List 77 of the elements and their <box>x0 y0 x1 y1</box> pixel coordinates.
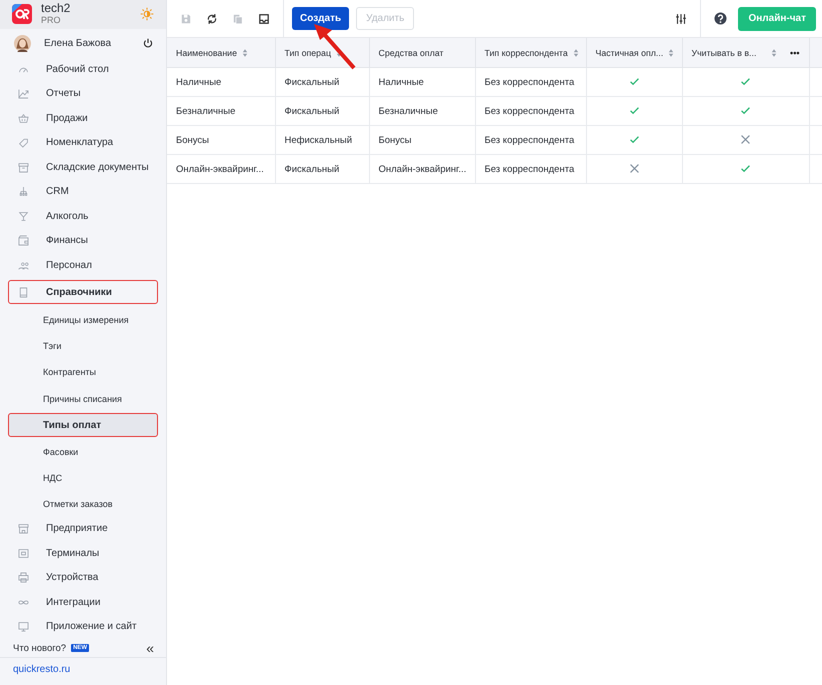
column-header[interactable]: Средства оплат <box>369 38 475 68</box>
site-link[interactable]: quickresto.ru <box>13 664 70 675</box>
terminal-icon <box>17 546 30 560</box>
sort-icon[interactable] <box>668 48 674 58</box>
plan-label: PRO <box>41 14 62 26</box>
glass-icon <box>17 210 30 223</box>
column-header[interactable]: Наименование <box>167 38 275 68</box>
sidebar-item[interactable]: Финансы <box>8 229 158 252</box>
sidebar-item[interactable]: Устройства <box>8 566 158 590</box>
table-cell: Без корреспондента <box>475 68 586 96</box>
sidebar-subitem[interactable]: Причины списания <box>8 386 158 411</box>
table-cell: Фискальный <box>275 154 369 184</box>
hierarchy-icon <box>17 185 30 198</box>
table-cell: Наличные <box>167 68 275 96</box>
sidebar-subitem[interactable]: Контрагенты <box>8 360 158 384</box>
sidebar-item[interactable]: Персонал <box>8 254 158 277</box>
sidebar-item[interactable]: CRM <box>8 180 158 204</box>
table-cell: Онлайн-эквайринг... <box>369 154 475 184</box>
settings-sliders-icon[interactable] <box>674 12 688 26</box>
sidebar-subitem[interactable]: Типы оплат <box>8 413 158 438</box>
table-cell: Нефискальный <box>275 126 369 154</box>
sort-icon[interactable] <box>572 48 579 58</box>
sidebar-subitem[interactable]: НДС <box>8 466 158 490</box>
sidebar-subitem[interactable]: Единицы измерения <box>8 308 158 332</box>
sidebar-item[interactable]: Рабочий стол <box>8 58 158 81</box>
table-cell: Без корреспондента <box>475 96 586 126</box>
column-header[interactable]: Тип операц <box>275 38 369 68</box>
sidebar-subitem[interactable]: Тэги <box>8 334 158 358</box>
table-cell: Фискальный <box>275 96 369 126</box>
sidebar-subitem[interactable]: Отметки заказов <box>8 492 158 516</box>
table-cell: Фискальный <box>275 68 369 96</box>
book-icon <box>17 286 30 299</box>
table-cell: Без корреспондента <box>475 126 586 154</box>
tag-icon <box>17 136 30 150</box>
table-cell: Безналичные <box>167 96 275 126</box>
sidebar-item[interactable]: Алкоголь <box>8 204 158 228</box>
refresh-icon[interactable] <box>205 12 219 26</box>
table-cell: Наличные <box>369 68 475 96</box>
avatar <box>14 34 31 52</box>
collapse-button[interactable]: « <box>146 641 154 656</box>
sidebar-item[interactable]: Предприятие <box>8 517 158 540</box>
sidebar-subitem[interactable]: Фасовки <box>8 440 158 464</box>
column-header[interactable]: Тип корреспондента <box>475 38 586 68</box>
power-icon[interactable] <box>142 37 154 50</box>
create-button[interactable]: Создать <box>292 7 350 30</box>
theme-toggle-icon[interactable] <box>140 7 154 22</box>
sidebar-item[interactable]: Терминалы <box>8 542 158 565</box>
account-name: tech2 <box>41 2 72 14</box>
help-icon[interactable] <box>713 11 728 26</box>
store-icon <box>17 522 30 536</box>
monitor-icon <box>17 620 30 634</box>
sort-icon[interactable] <box>242 48 248 58</box>
column-header[interactable]: Учитывать в в... ••• <box>682 38 809 68</box>
printer-icon <box>17 571 30 584</box>
logo-icon <box>12 4 32 24</box>
sidebar-item[interactable]: Справочники <box>8 280 158 304</box>
whats-new-link[interactable]: Что нового? <box>13 642 66 654</box>
user-name: Елена Бажова <box>44 38 112 49</box>
box-icon <box>17 160 30 174</box>
table-cell: Онлайн-эквайринг... <box>167 154 275 184</box>
more-button[interactable]: ••• <box>790 48 800 58</box>
sidebar-item[interactable]: Складские документы <box>8 156 158 179</box>
sort-icon[interactable] <box>771 48 778 58</box>
table-cell: Без корреспондента <box>475 154 586 184</box>
sidebar-item[interactable]: Номенклатура <box>8 131 158 154</box>
inbox-icon[interactable] <box>257 12 271 26</box>
table-cell: Безналичные <box>369 96 475 126</box>
sidebar-item[interactable]: Продажи <box>8 106 158 130</box>
chart-icon <box>17 87 30 100</box>
table-cell: Бонусы <box>167 126 275 154</box>
column-header[interactable]: Частичная опл... <box>586 38 682 68</box>
wallet-icon <box>17 234 30 248</box>
sidebar-item[interactable]: Интеграции <box>8 590 158 614</box>
sidebar-item[interactable]: Отчеты <box>8 82 158 106</box>
sidebar-item[interactable]: Приложение и сайт <box>8 615 158 638</box>
table-cell: Бонусы <box>369 126 475 154</box>
basket-icon <box>17 112 30 125</box>
